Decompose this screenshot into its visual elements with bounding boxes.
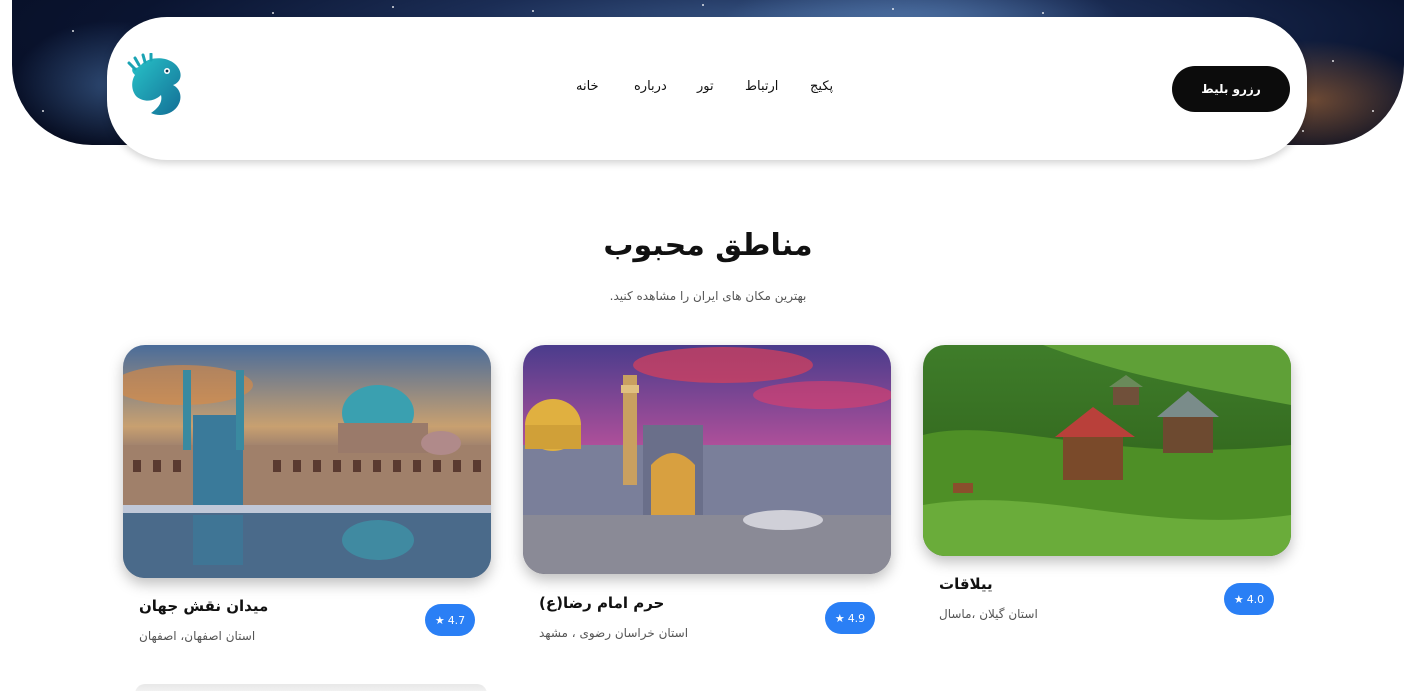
nav-package[interactable]: پکیج xyxy=(810,79,833,94)
place-card[interactable]: ییلاقات استان گیلان ،ماسال ★ 4.0 xyxy=(923,345,1291,635)
rating-value: 4.7 xyxy=(447,613,466,627)
nav-contact[interactable]: ارتباط xyxy=(745,79,778,94)
star-icon: ★ xyxy=(1233,592,1244,606)
rating-value: 4.9 xyxy=(847,611,866,625)
rating-value: 4.0 xyxy=(1246,592,1265,606)
rating-badge: ★ 4.9 xyxy=(825,602,875,634)
place-image xyxy=(523,345,891,574)
rating-badge: ★ 4.0 xyxy=(1224,583,1274,615)
place-card[interactable]: حرم امام رضا(ع) استان خراسان رضوی ، مشهد… xyxy=(523,345,891,645)
star-icon: ★ xyxy=(834,611,845,625)
place-location: استان خراسان رضوی ، مشهد xyxy=(539,626,689,640)
place-location: استان اصفهان، اصفهان xyxy=(139,629,256,643)
star-icon: ★ xyxy=(434,613,445,627)
nav-home[interactable]: خانه xyxy=(576,79,599,94)
section-title: مناطق محبوب xyxy=(603,228,813,263)
navbar: خانه درباره تور ارتباط پکیج رزرو بلیط xyxy=(107,17,1307,160)
nav-about[interactable]: درباره xyxy=(634,79,667,94)
section-subtitle: بهترین مکان های ایران را مشاهده کنید. xyxy=(609,289,807,303)
next-card-peek xyxy=(135,684,487,691)
place-image xyxy=(123,345,491,578)
seahorse-logo-icon[interactable] xyxy=(123,52,187,119)
place-image xyxy=(923,345,1291,556)
place-location: استان گیلان ،ماسال xyxy=(939,607,1038,621)
nav-tour[interactable]: تور xyxy=(697,79,714,94)
rating-badge: ★ 4.7 xyxy=(425,604,475,636)
place-card[interactable]: میدان نقش جهان استان اصفهان، اصفهان ★ 4.… xyxy=(123,345,491,650)
book-ticket-button[interactable]: رزرو بلیط xyxy=(1172,66,1290,112)
